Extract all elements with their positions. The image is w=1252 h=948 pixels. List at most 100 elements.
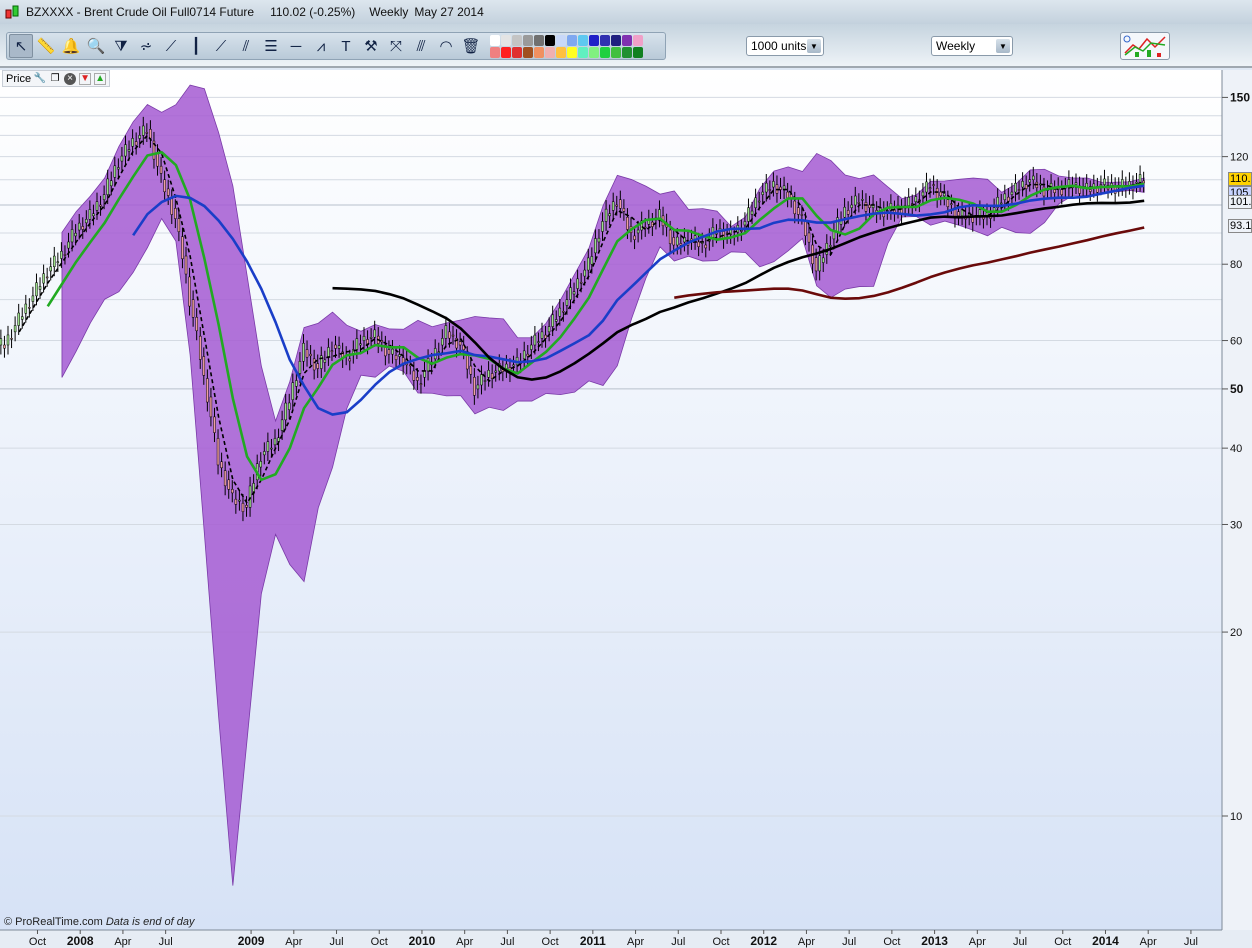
price-bar bbox=[846, 210, 850, 215]
color-swatch[interactable] bbox=[567, 46, 577, 58]
text-icon[interactable]: T bbox=[334, 34, 358, 58]
vertical-line-icon[interactable]: ┃ bbox=[184, 34, 208, 58]
color-swatch[interactable] bbox=[567, 34, 577, 46]
move-up-icon[interactable]: ▲ bbox=[94, 72, 107, 85]
color-swatch[interactable] bbox=[633, 34, 643, 46]
price-bar bbox=[547, 326, 551, 333]
alarm-bell-icon[interactable]: 🔔 bbox=[59, 34, 83, 58]
price-bar bbox=[191, 299, 195, 318]
properties-tools-icon[interactable]: ⚒ bbox=[359, 34, 383, 58]
color-swatch[interactable] bbox=[545, 34, 555, 46]
triangle-pattern-icon[interactable]: ⧩ bbox=[109, 34, 133, 58]
color-swatch[interactable] bbox=[589, 46, 599, 58]
color-swatch[interactable] bbox=[633, 46, 643, 58]
price-bar bbox=[579, 281, 583, 284]
price-bar bbox=[554, 319, 558, 322]
color-swatch[interactable] bbox=[523, 34, 533, 46]
price-bar bbox=[761, 191, 764, 195]
price-bar bbox=[412, 370, 416, 381]
color-swatch[interactable] bbox=[622, 34, 632, 46]
color-swatch[interactable] bbox=[512, 46, 522, 58]
price-bar bbox=[163, 179, 166, 193]
fibonacci-arcs-icon[interactable]: ◠ bbox=[434, 34, 458, 58]
horizontal-line-icon[interactable]: ─ bbox=[284, 34, 308, 58]
price-bar bbox=[10, 338, 13, 340]
chevron-down-icon[interactable]: ▼ bbox=[996, 39, 1010, 53]
price-bar bbox=[608, 213, 611, 217]
regression-channel-icon[interactable]: ⩘ bbox=[309, 34, 333, 58]
color-swatch[interactable] bbox=[578, 34, 588, 46]
price-bar bbox=[302, 343, 305, 362]
price-bar bbox=[793, 200, 797, 215]
color-swatch[interactable] bbox=[512, 34, 522, 46]
units-select[interactable]: 1000 units ▼ bbox=[746, 36, 824, 56]
color-swatch[interactable] bbox=[589, 34, 599, 46]
trend-line-icon[interactable]: ⟋ bbox=[209, 34, 233, 58]
color-swatch[interactable] bbox=[534, 34, 544, 46]
wrench-icon[interactable]: 🔧 bbox=[34, 73, 46, 85]
price-bar bbox=[1142, 180, 1145, 184]
price-bar bbox=[398, 354, 401, 357]
color-swatch[interactable] bbox=[490, 46, 500, 58]
color-swatch[interactable] bbox=[523, 46, 533, 58]
price-bar bbox=[850, 204, 853, 208]
cross-icon[interactable]: ⤧ bbox=[384, 34, 408, 58]
price-bar bbox=[1060, 189, 1064, 196]
price-bar bbox=[1007, 196, 1010, 202]
price-bar bbox=[124, 144, 127, 157]
color-swatch[interactable] bbox=[556, 46, 566, 58]
trash-icon[interactable]: 🗑 bbox=[459, 34, 483, 58]
price-bar bbox=[437, 351, 441, 354]
price-bar bbox=[181, 236, 184, 260]
color-swatch[interactable] bbox=[490, 34, 500, 46]
price-bar bbox=[786, 191, 789, 199]
y-tick-label: 30 bbox=[1230, 519, 1242, 531]
fibonacci-icon[interactable]: ☰ bbox=[259, 34, 283, 58]
segment-icon[interactable]: ⟋ bbox=[159, 34, 183, 58]
color-swatch[interactable] bbox=[600, 34, 610, 46]
color-swatch[interactable] bbox=[611, 34, 621, 46]
color-swatch[interactable] bbox=[600, 46, 610, 58]
price-bar bbox=[35, 282, 38, 297]
price-bar bbox=[362, 335, 366, 341]
ruler-icon[interactable]: 📏 bbox=[34, 34, 58, 58]
duplicate-icon[interactable]: ❐ bbox=[49, 73, 61, 85]
color-swatch[interactable] bbox=[501, 34, 511, 46]
price-bar bbox=[74, 232, 77, 237]
price-bar bbox=[679, 243, 683, 246]
price-bar bbox=[245, 505, 248, 508]
color-swatch[interactable] bbox=[622, 46, 632, 58]
price-panel-label: Price bbox=[6, 72, 32, 85]
parallel-lines-icon[interactable]: ⫽ bbox=[234, 34, 258, 58]
pointer-icon[interactable]: ↖ bbox=[9, 34, 33, 58]
color-swatch[interactable] bbox=[556, 34, 566, 46]
chevron-down-icon[interactable]: ▼ bbox=[807, 39, 821, 53]
price-bar bbox=[3, 344, 6, 349]
period-select[interactable]: Weekly ▼ bbox=[931, 36, 1013, 56]
price-chart[interactable]: 15012080605040302010 Oct 2008 Apr Jul 2009 Ap… bbox=[0, 70, 1252, 948]
price-bar bbox=[206, 378, 209, 403]
price-bar bbox=[174, 208, 177, 219]
price-bar bbox=[697, 241, 700, 247]
color-swatch[interactable] bbox=[534, 46, 544, 58]
price-bar bbox=[127, 149, 131, 152]
price-badge: 110.02 bbox=[1228, 172, 1252, 186]
color-swatch[interactable] bbox=[545, 46, 555, 58]
color-swatch[interactable] bbox=[501, 46, 511, 58]
move-down-icon[interactable]: ▼ bbox=[79, 72, 92, 85]
indicators-button[interactable] bbox=[1120, 32, 1170, 60]
price-bar bbox=[280, 419, 284, 431]
color-swatch[interactable] bbox=[578, 46, 588, 58]
price-bar bbox=[957, 211, 960, 217]
price-bar bbox=[565, 299, 569, 306]
price-bar bbox=[487, 370, 490, 378]
color-swatch[interactable] bbox=[611, 46, 621, 58]
angle-line-icon[interactable]: ⫻ bbox=[409, 34, 433, 58]
channel-icon[interactable]: ⩫ bbox=[134, 34, 158, 58]
zoom-icon[interactable]: 🔍 bbox=[84, 34, 108, 58]
price-bar bbox=[601, 221, 604, 232]
x-tick-label: Oct bbox=[883, 936, 900, 948]
close-panel-icon[interactable]: × bbox=[64, 72, 77, 85]
price-bar bbox=[113, 165, 117, 178]
x-tick-label: Jul bbox=[159, 936, 173, 948]
